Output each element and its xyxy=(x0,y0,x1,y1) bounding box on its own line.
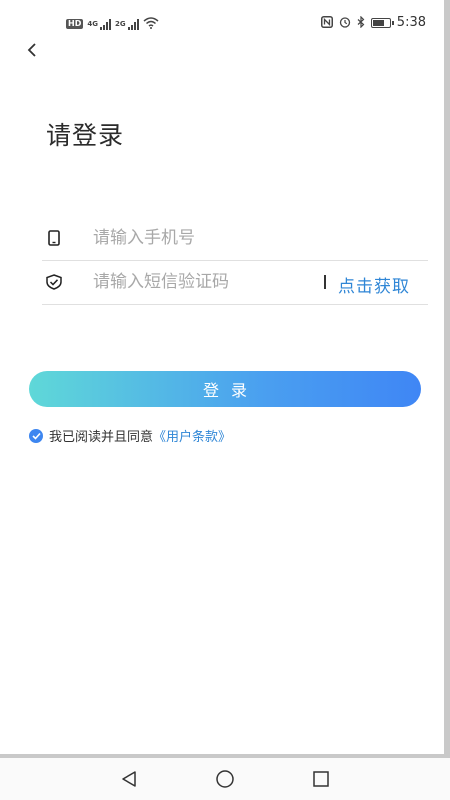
user-terms-link[interactable]: 《用户条款》 xyxy=(153,426,231,445)
wifi-icon xyxy=(143,14,159,33)
code-field-row: 点击获取 xyxy=(42,260,428,305)
chevron-left-icon xyxy=(27,43,36,57)
signal-icon-sim1 xyxy=(99,18,111,30)
agreement-checkbox[interactable] xyxy=(29,428,43,443)
phone-input[interactable] xyxy=(93,228,313,248)
battery-icon xyxy=(370,17,394,28)
agreement-text: 我已阅读并且同意 xyxy=(49,430,154,445)
status-right-group: 5:38 xyxy=(320,13,426,32)
screen-frame-right xyxy=(444,0,450,758)
phone-field-row xyxy=(42,216,428,261)
system-navigation-bar xyxy=(0,758,450,800)
shield-check-icon xyxy=(43,271,65,293)
agreement-row: 我已阅读并且同意 《用户条款》 xyxy=(29,426,231,445)
verification-code-input[interactable] xyxy=(93,272,313,292)
status-left-group: HD 4G 2G xyxy=(66,14,159,33)
nav-recents-button[interactable] xyxy=(310,768,332,790)
nav-home-button[interactable] xyxy=(214,768,236,790)
status-bar: HD 4G 2G 5:38 xyxy=(0,0,444,42)
field-divider xyxy=(324,275,326,289)
bluetooth-icon xyxy=(357,13,365,32)
nav-back-button[interactable] xyxy=(118,768,140,790)
signal-icon-sim2 xyxy=(127,18,139,30)
page-title: 请登录 xyxy=(46,121,125,150)
phone-icon xyxy=(43,227,65,249)
battery-level-fill xyxy=(372,19,385,26)
login-button[interactable]: 登录 xyxy=(29,371,421,407)
checkmark-icon xyxy=(31,432,41,440)
square-recents-icon xyxy=(313,771,329,787)
sim1-network-label: 4G xyxy=(87,19,98,28)
back-button[interactable] xyxy=(20,38,44,62)
nfc-icon xyxy=(320,13,333,32)
sim2-network-label: 2G xyxy=(114,19,126,28)
hd-badge: HD xyxy=(66,18,84,29)
circle-home-icon xyxy=(216,770,234,788)
triangle-back-icon xyxy=(122,771,136,787)
alarm-icon xyxy=(339,13,351,32)
get-code-button[interactable]: 点击获取 xyxy=(338,272,410,297)
status-time: 5:38 xyxy=(396,15,426,30)
